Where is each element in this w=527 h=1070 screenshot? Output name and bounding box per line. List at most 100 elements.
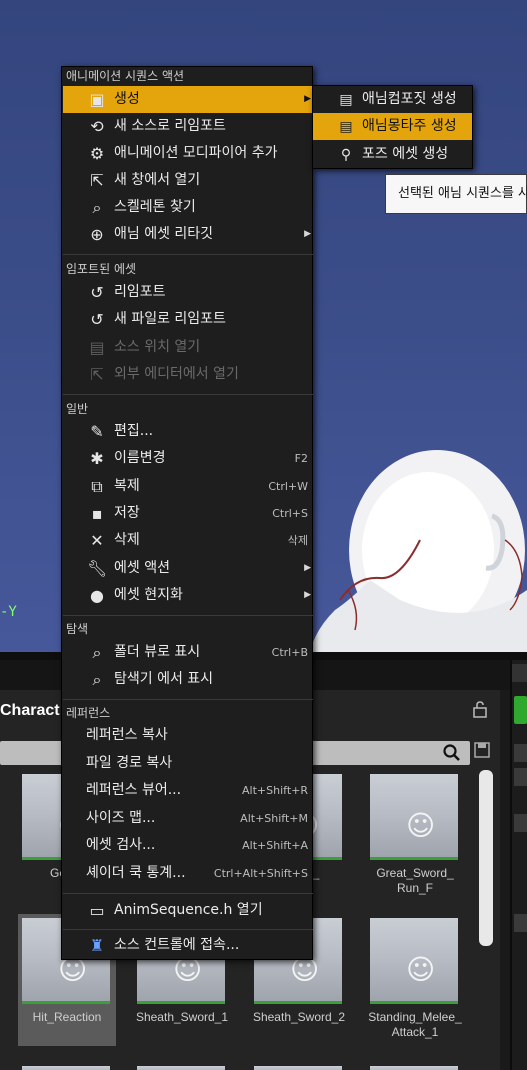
find-skeleton-icon: ⌕ (92, 198, 102, 217)
menu-item-size-map[interactable]: 사이즈 맵... Alt+Shift+M (63, 805, 313, 832)
menu-item-audit-assets[interactable]: 에셋 검사... Alt+Shift+A (63, 832, 313, 859)
asset-thumbnail (370, 1066, 458, 1070)
asset-tile[interactable] (366, 1062, 464, 1070)
menu-item-copy-file-path[interactable]: 파일 경로 복사 (63, 750, 313, 777)
menu-item-delete[interactable]: ✕ 삭제 삭제 (63, 527, 313, 554)
menu-item-reimport-file[interactable]: ↺ 새 파일로 리임포트 (63, 306, 313, 333)
menu-item-open-external-editor[interactable]: ⇱ 외부 에디터에서 열기 (63, 361, 313, 388)
content-browser-title: Charact (0, 702, 60, 719)
save-search-icon[interactable] (474, 742, 492, 762)
asset-scrollbar[interactable] (479, 770, 493, 946)
search-icon[interactable] (442, 743, 462, 763)
menu-item-label: 에셋 검사... (86, 837, 156, 853)
delete-icon: ✕ (90, 531, 104, 550)
details-tab[interactable] (512, 664, 527, 682)
menu-item-create[interactable]: ▣ 생성 ▶ (63, 86, 313, 113)
menu-item-label: 파일 경로 복사 (86, 755, 173, 771)
menu-item-label: 저장 (114, 505, 140, 521)
open-window-icon: ⇱ (90, 171, 104, 190)
menu-item-label: AnimSequence.h 열기 (114, 902, 263, 918)
submenu-item-label: 포즈 에셋 생성 (362, 146, 449, 162)
asset-name: Sheath_Sword_1 (135, 1010, 229, 1024)
submenu-arrow-icon: ▶ (304, 563, 311, 573)
menu-item-label: 새 파일로 리임포트 (114, 311, 226, 327)
menu-item-label: 편집... (114, 423, 154, 439)
asset-tile[interactable] (18, 1062, 116, 1070)
reimport-icon: ↺ (90, 283, 104, 302)
source-location-icon: ▤ (89, 338, 105, 357)
rename-icon: ✱ (90, 449, 104, 468)
menu-separator (63, 893, 313, 894)
asset-thumbnail (22, 1066, 110, 1070)
explorer-icon: ⌕ (92, 670, 102, 689)
menu-item-retarget[interactable]: ⊕ 애님 에셋 리타깃 ▶ (63, 221, 313, 248)
menu-item-label: 외부 에디터에서 열기 (114, 366, 239, 382)
localize-icon: ● (90, 586, 104, 605)
menu-item-find-skeleton[interactable]: ⌕ 스켈레톤 찾기 (63, 194, 313, 221)
lock-icon[interactable] (472, 700, 490, 720)
menu-item-rename[interactable]: ✱ 이름변경 F2 (63, 445, 313, 472)
asset-name: Sheath_Sword_2 (252, 1010, 346, 1024)
menu-item-open-source-location[interactable]: ▤ 소스 위치 열기 (63, 334, 313, 361)
menu-item-shortcut: Alt+Shift+M (240, 812, 308, 825)
menu-item-asset-actions[interactable]: 🔧︎ 에셋 액션 ▶ (63, 555, 313, 582)
context-menu: 애니메이션 시퀀스 액션 ▣ 생성 ▶ ⟲ 새 소스로 리임포트 ⚙ 애니메이션… (61, 66, 313, 960)
menu-item-open-header[interactable]: ▭ AnimSequence.h 열기 (63, 897, 313, 924)
create-icon: ▣ (89, 90, 105, 109)
save-icon: ▪ (91, 504, 103, 523)
external-editor-icon: ⇱ (90, 365, 104, 384)
menu-item-show-explorer[interactable]: ⌕ 탐색기 에서 표시 (63, 666, 313, 693)
menu-item-duplicate[interactable]: ⧉ 복제 Ctrl+W (63, 473, 313, 500)
menu-item-save[interactable]: ▪ 저장 Ctrl+S (63, 500, 313, 527)
asset-tile[interactable] (250, 1062, 348, 1070)
menu-item-shortcut: Ctrl+B (271, 646, 308, 659)
menu-item-reimport[interactable]: ↺ 리임포트 (63, 279, 313, 306)
menu-item-reference-viewer[interactable]: 레퍼런스 뷰어... Alt+Shift+R (63, 777, 313, 804)
submenu-item-anim-montage[interactable]: ▤ 애님몽타주 생성 (313, 113, 472, 140)
asset-name: Hit_Reaction (32, 1010, 102, 1024)
menu-item-reimport-source[interactable]: ⟲ 새 소스로 리임포트 (63, 113, 313, 140)
menu-item-show-folder-view[interactable]: ⌕ 폴더 뷰로 표시 Ctrl+B (63, 639, 313, 666)
asset-tile[interactable] (133, 1062, 231, 1070)
details-row (514, 814, 527, 832)
menu-item-shortcut: Alt+Shift+A (242, 839, 308, 852)
menu-item-shader-cook-stats[interactable]: 셰이더 쿡 통계... Ctrl+Alt+Shift+S (63, 860, 313, 887)
menu-item-label: 에셋 액션 (114, 560, 170, 576)
menu-item-label: 삭제 (114, 532, 140, 548)
menu-item-label: 소스 위치 열기 (114, 339, 201, 355)
submenu-item-pose-asset[interactable]: ⚲ 포즈 에셋 생성 (313, 141, 472, 168)
add-component-button[interactable] (514, 696, 527, 724)
asset-tile[interactable]: ☺ Great_Sword_ Run_F (366, 770, 464, 902)
asset-name: Great_Sword_ Run_F (376, 866, 454, 895)
details-row (514, 914, 527, 932)
menu-item-open-new-window[interactable]: ⇱ 새 창에서 열기 (63, 167, 313, 194)
submenu-item-label: 애님컴포짓 생성 (362, 91, 457, 107)
menu-item-label: 레퍼런스 뷰어... (86, 782, 182, 798)
reimport-source-icon: ⟲ (90, 117, 104, 136)
menu-item-label: 스켈레톤 찾기 (114, 199, 196, 215)
menu-item-label: 새 소스로 리임포트 (114, 118, 226, 134)
details-toolbar-item[interactable] (514, 744, 527, 762)
submenu-item-anim-composite[interactable]: ▤ 애님컴포짓 생성 (313, 86, 472, 113)
modifier-icon: ⚙ (89, 144, 105, 163)
menu-separator (63, 254, 313, 255)
menu-item-edit[interactable]: ✎ 편집... (63, 418, 313, 445)
submenu-arrow-icon: ▶ (304, 94, 311, 104)
menu-separator (63, 929, 313, 930)
menu-item-label: 레퍼런스 복사 (86, 727, 168, 743)
menu-item-localize[interactable]: ● 에셋 현지화 ▶ (63, 582, 313, 609)
menu-item-label: 리임포트 (114, 284, 166, 300)
menu-item-source-control[interactable]: ♜ 소스 컨트롤에 접속... (63, 932, 313, 959)
asset-actions-icon: 🔧︎ (87, 559, 108, 578)
asset-tile[interactable]: ☺ Standing_Melee_ Attack_1 (366, 914, 464, 1046)
create-submenu: ▤ 애님컴포짓 생성 ▤ 애님몽타주 생성 ⚲ 포즈 에셋 생성 (312, 85, 473, 169)
menu-item-label: 애님 에셋 리타깃 (114, 226, 214, 242)
character-figure-icon: ☺ (406, 953, 436, 986)
menu-item-add-modifier[interactable]: ⚙ 애니메이션 모디파이어 추가 (63, 140, 313, 167)
menu-item-copy-reference[interactable]: 레퍼런스 복사 (63, 722, 313, 749)
asset-thumbnail (254, 1066, 342, 1070)
source-control-icon: ♜ (89, 936, 105, 955)
details-toolbar-item[interactable] (514, 768, 527, 786)
menu-item-shortcut: Ctrl+W (268, 480, 308, 493)
menu-item-label: 폴더 뷰로 표시 (114, 644, 201, 660)
